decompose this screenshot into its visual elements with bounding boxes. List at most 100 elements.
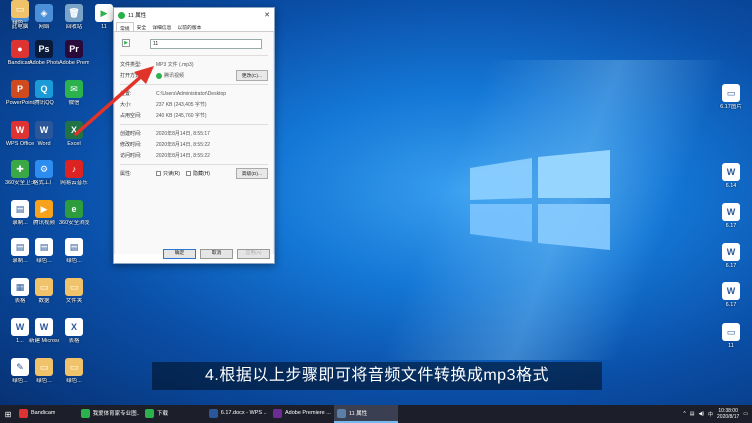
taskbar-item-label: 下载 [157,411,169,417]
close-icon[interactable]: ✕ [260,11,274,19]
readonly-checkbox[interactable]: 只读(R) [156,170,180,177]
desktop-icon[interactable]: ▭ 11 [716,323,746,349]
file-icon: ▭ [722,84,740,102]
system-tray: ^ ▤ ◀) 中 10:38:00 2020/8/17 ▭ [683,408,752,420]
desktop-icon-label: 360安全浏览器 [59,220,89,226]
app-icon: ▦ [11,278,29,296]
app-icon: ♪ [65,160,83,178]
taskbar-item[interactable]: 我爱体育家专业图... [78,405,142,423]
desktop-icon[interactable]: ⚙ 格式工厂 [29,160,59,186]
desktop-icon[interactable]: W Word [29,121,59,147]
file-type-value: MP3 文件 (.mp3) [156,62,194,68]
filename-input[interactable]: 11 [150,39,262,49]
desktop-icon[interactable]: ▭ 绿色... [5,0,35,26]
tab-previous-versions[interactable]: 以前的版本 [174,22,204,31]
open-with-value: 腾讯视频 [164,73,185,79]
app-icon: Q [35,80,53,98]
desktop-icon-label: 数据 [38,298,50,304]
desktop-icon[interactable]: W 6.17 [716,282,746,308]
network-icon[interactable]: ▤ [690,411,695,417]
apply-button[interactable]: 应用(A) [237,249,270,259]
taskbar-item[interactable]: Bandicam [16,405,78,423]
tray-arrow-icon[interactable]: ^ [683,411,685,417]
desktop-icon[interactable]: ▭ 绿色... [59,358,89,384]
desktop-icon[interactable]: 🗑 回收站 [59,4,89,30]
app-icon: 🗑 [65,4,83,22]
desktop-icon-label: 绿色... [66,378,82,384]
app-icon: W [35,318,53,336]
desktop-icon[interactable]: W 6.17 [716,203,746,229]
app-icon: W [11,318,29,336]
desktop-icon[interactable]: W 6.14 [716,163,746,189]
desktop-icon-label: 文件夹 [65,298,83,304]
start-button[interactable]: ⊞ [0,410,16,419]
taskbar-app-icon [273,408,282,418]
taskbar-app-icon [81,408,90,418]
ime-icon[interactable]: 中 [708,411,713,418]
desktop-icon-label: 腾讯QQ [34,100,54,106]
desktop-icon[interactable]: ▭ 文件夹 [59,278,89,304]
file-icon: ▭ [722,323,740,341]
file-icon: W [722,203,740,221]
taskbar-app-icon [337,408,346,418]
taskbar-app-icon [19,408,28,418]
tab-details[interactable]: 详细信息 [149,22,174,31]
desktop-icon-label: 6.17图片 [720,104,742,110]
accessed-value: 2020年8月14日, 8:55:22 [156,153,210,159]
desktop-icon[interactable]: ▤ 绿色... [59,238,89,264]
taskbar-item-label: 11 属性 [349,411,368,417]
taskbar-item[interactable]: Adobe Premiere ... [270,405,334,423]
app-icon: ▤ [11,238,29,256]
cancel-button[interactable]: 取消 [200,249,233,259]
red-arrow-annotation [74,66,154,136]
file-icon: W [722,243,740,261]
tab-security[interactable]: 安全 [134,22,150,31]
advanced-button[interactable]: 高级(D)... [235,168,268,179]
desktop-icon[interactable]: Q 腾讯QQ [29,80,59,106]
ok-button[interactable]: 确定 [163,249,196,259]
volume-icon[interactable]: ◀) [698,411,704,417]
desktop-icon-label: 新建 Microsoft... [29,338,59,344]
taskbar-app-icon [145,408,154,418]
desktop-icon-label: 表格 [68,338,80,344]
desktop-icon-label: 绿色... [36,258,52,264]
size-value: 237 KB (243,405 字节) [156,102,207,108]
desktop-icon-label: 绿色... [12,20,28,26]
tab-general[interactable]: 常规 [116,22,134,32]
change-button[interactable]: 更改(C)... [235,70,268,81]
desktop-icon[interactable]: ▭ 6.17图片 [716,84,746,110]
desktop-icon[interactable]: X 表格 [59,318,89,344]
app-icon: ▤ [35,238,53,256]
clock[interactable]: 10:38:00 2020/8/17 [717,408,739,420]
desktop-icon-label: 网易云音乐 [60,180,88,186]
desktop-icon[interactable]: ▭ 数据 [29,278,59,304]
desktop-icon-label: 11 [728,343,734,349]
windows-logo [470,150,610,250]
app-icon: ▶ [35,200,53,218]
taskbar-items: Bandicam 我爱体育家专业图... 下载 6.17.docx - WPS ...… [16,405,398,423]
desktop-icon[interactable]: Ps Adobe Photosh... [29,40,59,66]
desktop-icon[interactable]: W 新建 Microsoft... [29,318,59,344]
video-file-icon: ▶ [95,4,113,22]
desktop-icon[interactable]: ▤ 绿色... [29,238,59,264]
app-icon: ✚ [11,160,29,178]
taskbar-item[interactable]: 下载 [142,405,206,423]
taskbar-item[interactable]: 6.17.docx - WPS ... [206,405,270,423]
desktop-icon[interactable]: ▶ 腾讯视频 [29,200,59,226]
desktop-icon-label: 绿色... [66,258,82,264]
desktop-icon[interactable]: e 360安全浏览器 [59,200,89,226]
notification-icon[interactable]: ▭ [743,411,748,417]
dialog-titlebar[interactable]: 11 属性 ✕ [114,8,274,22]
created-value: 2020年8月14日, 8:55:17 [156,131,210,137]
taskbar-item-label: Bandicam [31,410,56,416]
taskbar-item[interactable]: 11 属性 [334,405,398,423]
desktop-icon-label: 回收站 [65,24,83,30]
app-icon: ▭ [11,0,29,18]
desktop-icon-label: Word [37,141,51,147]
desktop-icon[interactable]: ♪ 网易云音乐 [59,160,89,186]
desktop-icon[interactable]: W 6.17 [716,243,746,269]
app-icon: X [65,318,83,336]
hidden-checkbox[interactable]: 隐藏(H) [185,170,210,177]
taskbar: ⊞ Bandicam 我爱体育家专业图... 下载 6.17.docx - WPS .… [0,405,752,423]
desktop-icon[interactable]: ▭ 绿色... [29,358,59,384]
